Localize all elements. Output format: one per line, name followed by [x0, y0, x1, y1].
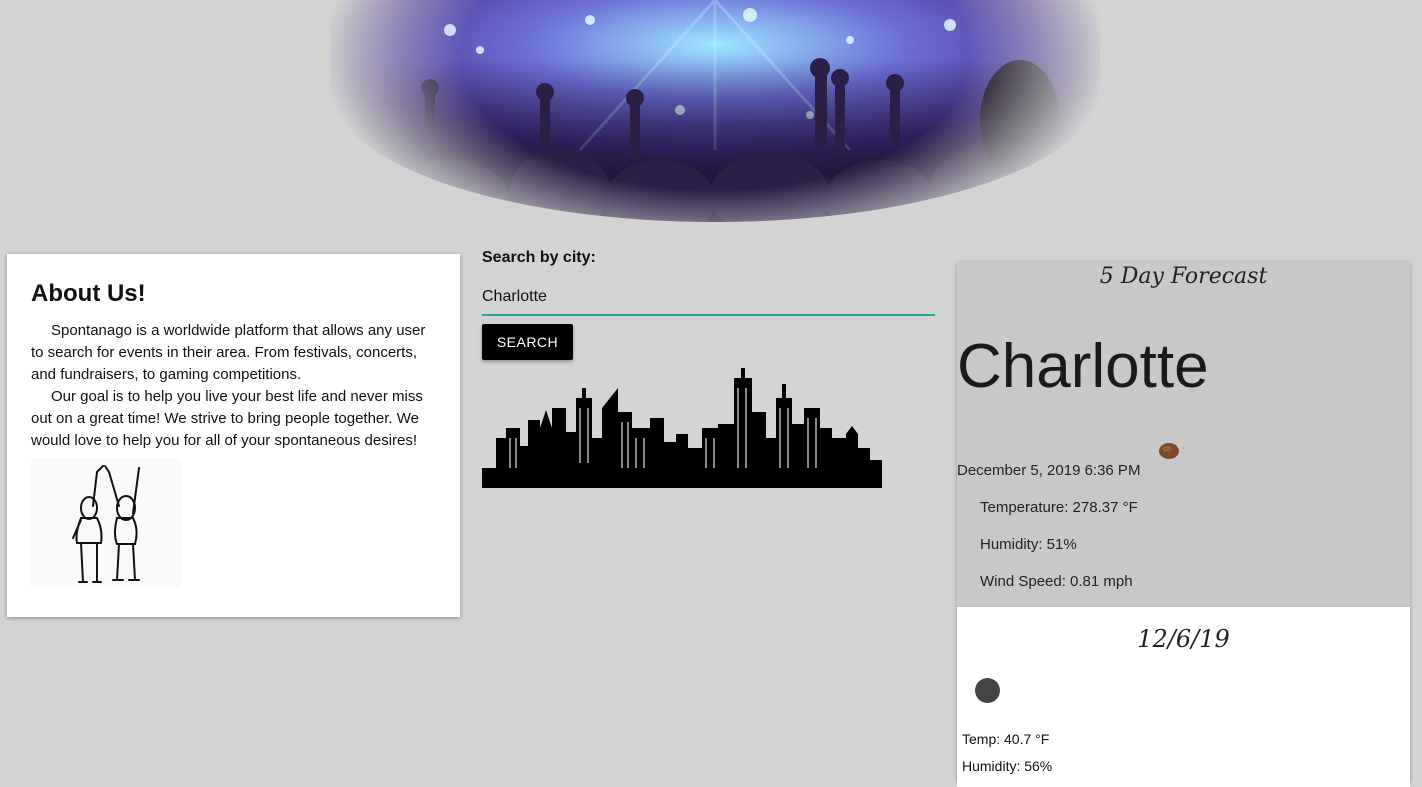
weather-icon	[1159, 440, 1186, 459]
concert-crowd-image	[330, 0, 1100, 222]
day-date: 12/6/19	[1137, 625, 1230, 653]
forecast-city: Charlotte	[957, 332, 1209, 401]
forecast-title: 5 Day Forecast	[1099, 264, 1268, 289]
about-paragraph-2: Our goal is to help you live your best l…	[31, 388, 423, 449]
weather-icon	[975, 678, 1000, 703]
about-card: About Us! Spontanago is a worldwide plat…	[7, 254, 460, 617]
about-paragraph-1: Spontanago is a worldwide platform that …	[31, 322, 426, 383]
city-search-input[interactable]	[482, 280, 935, 316]
city-skyline-image	[482, 368, 882, 488]
search-button[interactable]: SEARCH	[482, 324, 573, 360]
forecast-date: December 5, 2019 6:36 PM	[957, 462, 1141, 479]
friends-high-five-drawing	[31, 458, 181, 588]
about-title: About Us!	[31, 280, 146, 307]
day-humidity: Humidity: 56%	[962, 758, 1053, 774]
day-temp: Temp: 40.7 °F	[962, 731, 1050, 747]
forecast-temperature: Temperature: 278.37 °F	[980, 499, 1138, 516]
search-label: Search by city:	[482, 249, 596, 266]
forecast-humidity: Humidity: 51%	[980, 536, 1077, 553]
forecast-wind-speed: Wind Speed: 0.81 mph	[980, 573, 1133, 590]
hero-banner	[330, 0, 1100, 222]
forecast-day-card: 12/6/19 Temp: 40.7 °F Humidity: 56%	[957, 607, 1410, 787]
